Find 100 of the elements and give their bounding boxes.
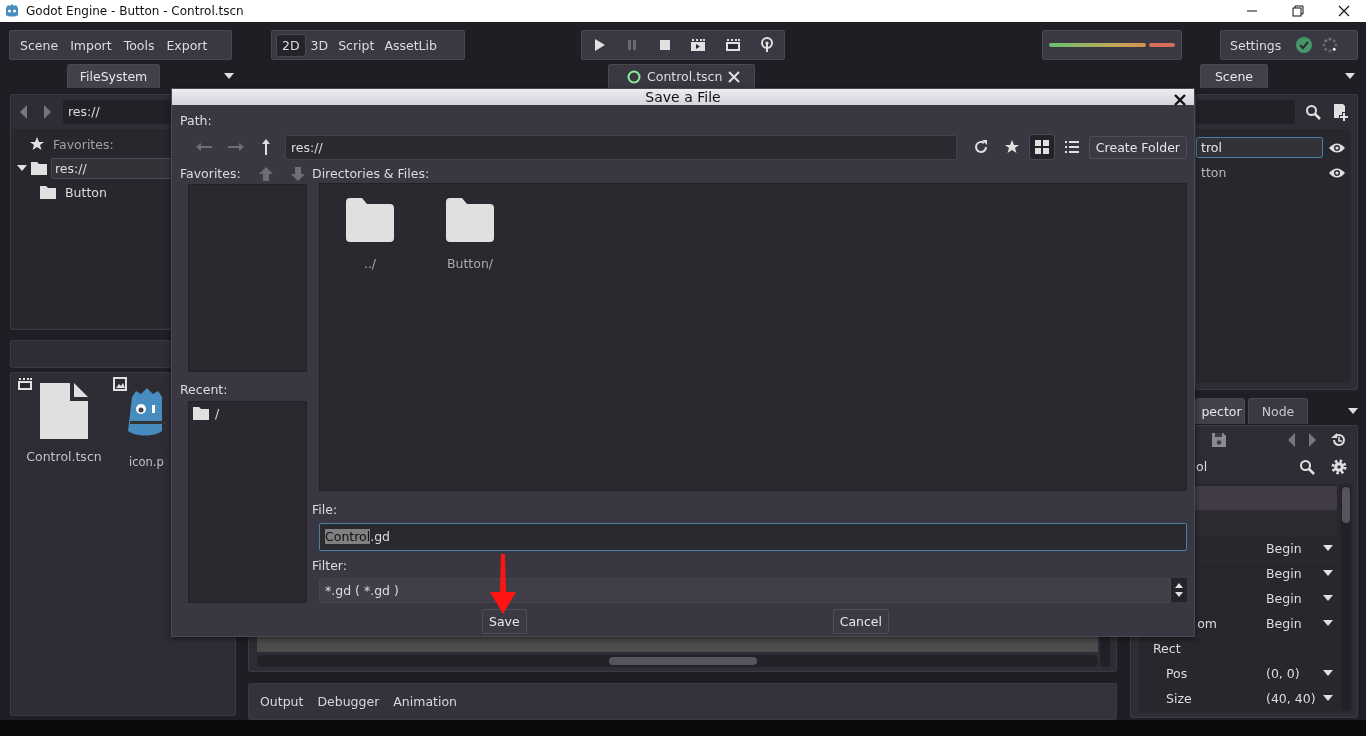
menu-item[interactable]: Export xyxy=(161,34,213,56)
search-icon[interactable] xyxy=(1299,458,1315,475)
tree-item[interactable]: Button xyxy=(62,182,110,202)
favorites-label: Favorites: xyxy=(52,135,115,154)
property-value[interactable]: Begin xyxy=(1266,590,1323,606)
scrollbar-thumb[interactable] xyxy=(1342,487,1350,523)
tab-label: Control.tscn xyxy=(647,69,723,84)
dropdown-icon[interactable] xyxy=(1323,595,1333,601)
folder-name[interactable]: ../ xyxy=(363,256,377,271)
object-name: ol xyxy=(1196,459,1208,475)
robot-logo-icon xyxy=(4,3,20,19)
path-field[interactable]: res:// xyxy=(285,134,957,160)
dropdown-icon[interactable] xyxy=(1323,620,1333,626)
folder-icon xyxy=(193,407,209,420)
property-value[interactable]: Begin xyxy=(1266,540,1323,556)
workspace-tab[interactable]: 3D xyxy=(305,34,334,56)
spinner-arrows-icon[interactable] xyxy=(1171,578,1187,602)
close-icon[interactable] xyxy=(1174,94,1186,106)
pointer-arrow xyxy=(488,554,518,614)
menu-item[interactable]: Import xyxy=(65,34,117,56)
dialog-button[interactable]: Cancel xyxy=(832,609,890,634)
file-name: Control.tscn xyxy=(26,449,102,464)
up-arrow-icon[interactable] xyxy=(261,139,271,155)
dock-tab[interactable]: Node xyxy=(1248,398,1308,424)
bottom-tab[interactable]: Debugger xyxy=(311,690,386,713)
save-icon[interactable] xyxy=(1211,431,1227,448)
dropdown-icon[interactable] xyxy=(1323,670,1333,676)
directories-label: Directories & Files: xyxy=(312,166,431,183)
property-value[interactable]: Begin xyxy=(1266,565,1323,581)
folder-icon[interactable] xyxy=(346,198,394,242)
filter-field[interactable] xyxy=(1196,100,1295,124)
maximize-icon[interactable] xyxy=(1292,5,1304,17)
settings-button[interactable]: Settings xyxy=(1225,34,1287,56)
window-title: Godot Engine - Button - Control.tscn xyxy=(26,4,244,18)
dock-tab[interactable]: Scene xyxy=(1200,64,1268,88)
back-icon[interactable] xyxy=(1287,432,1295,447)
folder-icon xyxy=(31,161,47,175)
property-value[interactable]: Begin xyxy=(1266,615,1323,631)
forward-icon[interactable] xyxy=(44,105,52,119)
play-icon[interactable] xyxy=(592,38,606,52)
star-icon xyxy=(30,137,44,151)
folder-icon[interactable] xyxy=(446,198,494,242)
workspace-tab[interactable]: Script xyxy=(333,34,380,56)
back-icon[interactable] xyxy=(19,105,27,119)
menu-item[interactable]: Scene xyxy=(15,34,64,56)
property-value[interactable]: (0, 0) xyxy=(1266,665,1323,681)
image-icon xyxy=(113,377,127,391)
workspace-tab[interactable]: 2D xyxy=(276,33,306,57)
create-folder-button[interactable]: Create Folder xyxy=(1088,135,1187,159)
dropdown-icon[interactable] xyxy=(1323,695,1333,701)
forward-icon[interactable] xyxy=(1309,432,1317,447)
folder-icon xyxy=(40,185,56,199)
history-icon[interactable] xyxy=(1331,431,1347,448)
collapse-arrow-icon[interactable] xyxy=(17,165,27,171)
eye-icon[interactable] xyxy=(1329,166,1345,179)
clapper-play-icon[interactable] xyxy=(690,38,707,52)
recent-item[interactable]: / xyxy=(215,406,220,421)
star-icon[interactable] xyxy=(1004,140,1019,154)
vertical-scrollbar[interactable] xyxy=(1341,486,1351,711)
property-value[interactable]: (40, 40) xyxy=(1266,690,1323,706)
search-icon[interactable] xyxy=(1305,104,1321,120)
tree-node[interactable]: tton xyxy=(1196,162,1323,183)
clapper-icon xyxy=(17,377,33,391)
menu-item[interactable]: Tools xyxy=(118,34,160,56)
settings-icon[interactable] xyxy=(1331,458,1347,475)
filter-dropdown[interactable]: *.gd ( *.gd ) xyxy=(319,578,1171,603)
dropdown-icon[interactable] xyxy=(224,73,234,79)
open-file-tab[interactable]: Control.tscn xyxy=(608,64,755,88)
bottom-tab[interactable]: Output xyxy=(254,690,310,713)
scrollbar-thumb[interactable] xyxy=(609,657,757,665)
property-label: Size xyxy=(1166,690,1192,706)
horizontal-scrollbar[interactable] xyxy=(257,655,1098,667)
close-icon[interactable] xyxy=(1338,5,1350,17)
dialog-button[interactable]: Save xyxy=(482,609,527,634)
file-icon xyxy=(40,383,88,439)
dropdown-icon[interactable] xyxy=(1323,545,1333,551)
add-script-icon[interactable] xyxy=(1331,103,1349,121)
dock-tab[interactable]: FileSystem xyxy=(67,64,160,88)
file-name-field[interactable]: Control.gd xyxy=(319,523,1187,551)
stop-icon[interactable] xyxy=(657,38,672,52)
filter-label: Filter: xyxy=(312,558,348,575)
dropdown-icon[interactable] xyxy=(1348,408,1358,414)
grid-view-button[interactable] xyxy=(1029,135,1054,159)
dropdown-icon[interactable] xyxy=(1345,73,1355,79)
clapper-icon[interactable] xyxy=(725,38,742,52)
eye-icon[interactable] xyxy=(1329,141,1345,154)
spinner-icon xyxy=(1322,37,1339,53)
antenna-icon[interactable] xyxy=(760,37,774,53)
ring-icon xyxy=(627,69,641,84)
property-label: Pos xyxy=(1166,665,1188,681)
refresh-icon[interactable] xyxy=(972,139,989,155)
dialog-title: Save a File xyxy=(645,89,721,105)
tree-node[interactable]: trol xyxy=(1196,137,1323,158)
file-label: File: xyxy=(312,502,339,519)
dock-tab[interactable]: pector xyxy=(1195,398,1245,424)
workspace-tab[interactable]: AssetLib xyxy=(379,34,442,56)
bottom-tab[interactable]: Animation xyxy=(387,690,464,713)
property-label: om xyxy=(1197,615,1217,631)
folder-name[interactable]: Button/ xyxy=(446,256,494,271)
dropdown-icon[interactable] xyxy=(1323,570,1333,576)
